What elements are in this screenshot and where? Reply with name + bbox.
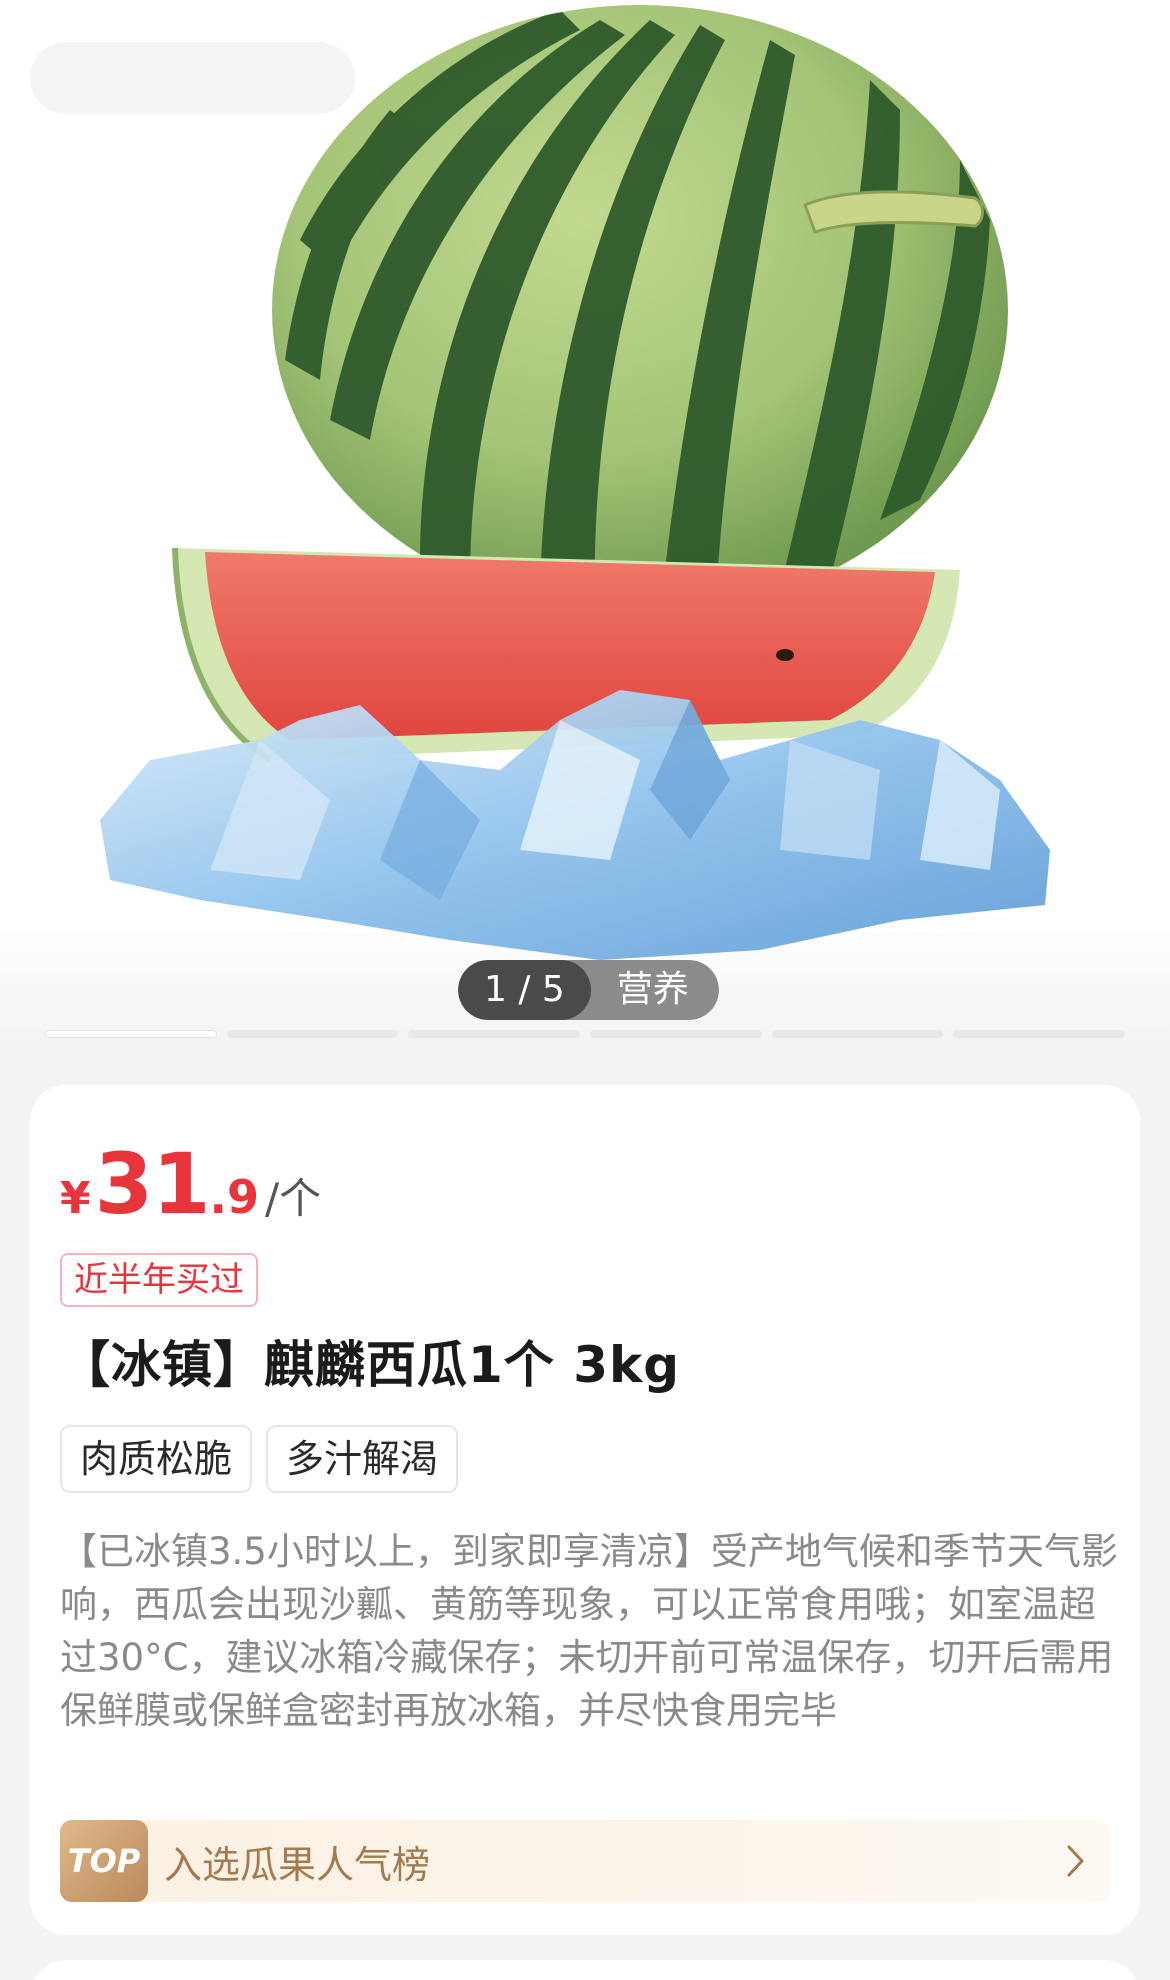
progress-segment-4 [590,1030,762,1038]
progress-segment-3 [408,1030,581,1038]
product-info-card: ¥ 31 .9 /个 近半年买过 【冰镇】麒麟西瓜1个 3kg 肉质松脆 多汁解… [30,1085,1140,1935]
whole-watermelon [272,5,1008,615]
product-image-gallery[interactable]: 1 / 5 营养 [0,0,1170,1055]
price-unit: /个 [265,1174,322,1223]
product-description: 【已冰镇3.5小时以上，到家即享清凉】受产地气候和季节天气影响，西瓜会出现沙瓤、… [60,1530,1118,1732]
product-title: 【冰镇】麒麟西瓜1个 3kg [60,1336,681,1394]
watermelon-product-image [100,5,1050,960]
progress-segment-6 [953,1030,1126,1038]
gallery-counter[interactable]: 1 / 5 营养 [458,960,719,1020]
feature-tag: 肉质松脆 [60,1425,253,1493]
next-section-card [30,1960,1140,1980]
progress-segment-5 [771,1030,944,1038]
gallery-progress [45,1030,1126,1038]
ranking-banner[interactable]: TOP 入选瓜果人气榜 [60,1820,1110,1902]
feature-tag: 多汁解渴 [266,1425,459,1493]
price: ¥ 31 .9 /个 [60,1135,321,1233]
progress-segment-1 [45,1030,217,1038]
chevron-right-icon [1056,1820,1096,1902]
top-badge-icon: TOP [60,1820,148,1902]
price-integer: 31 [94,1135,211,1233]
ranking-label: 入选瓜果人气榜 [164,1842,431,1887]
progress-segment-2 [226,1030,399,1038]
feature-tags: 肉质松脆 多汁解渴 [60,1425,459,1493]
slide-counter: 1 / 5 [458,960,591,1020]
price-decimal: .9 [209,1170,260,1224]
purchased-before-badge: 近半年买过 [60,1253,258,1307]
price-currency: ¥ [60,1173,91,1224]
